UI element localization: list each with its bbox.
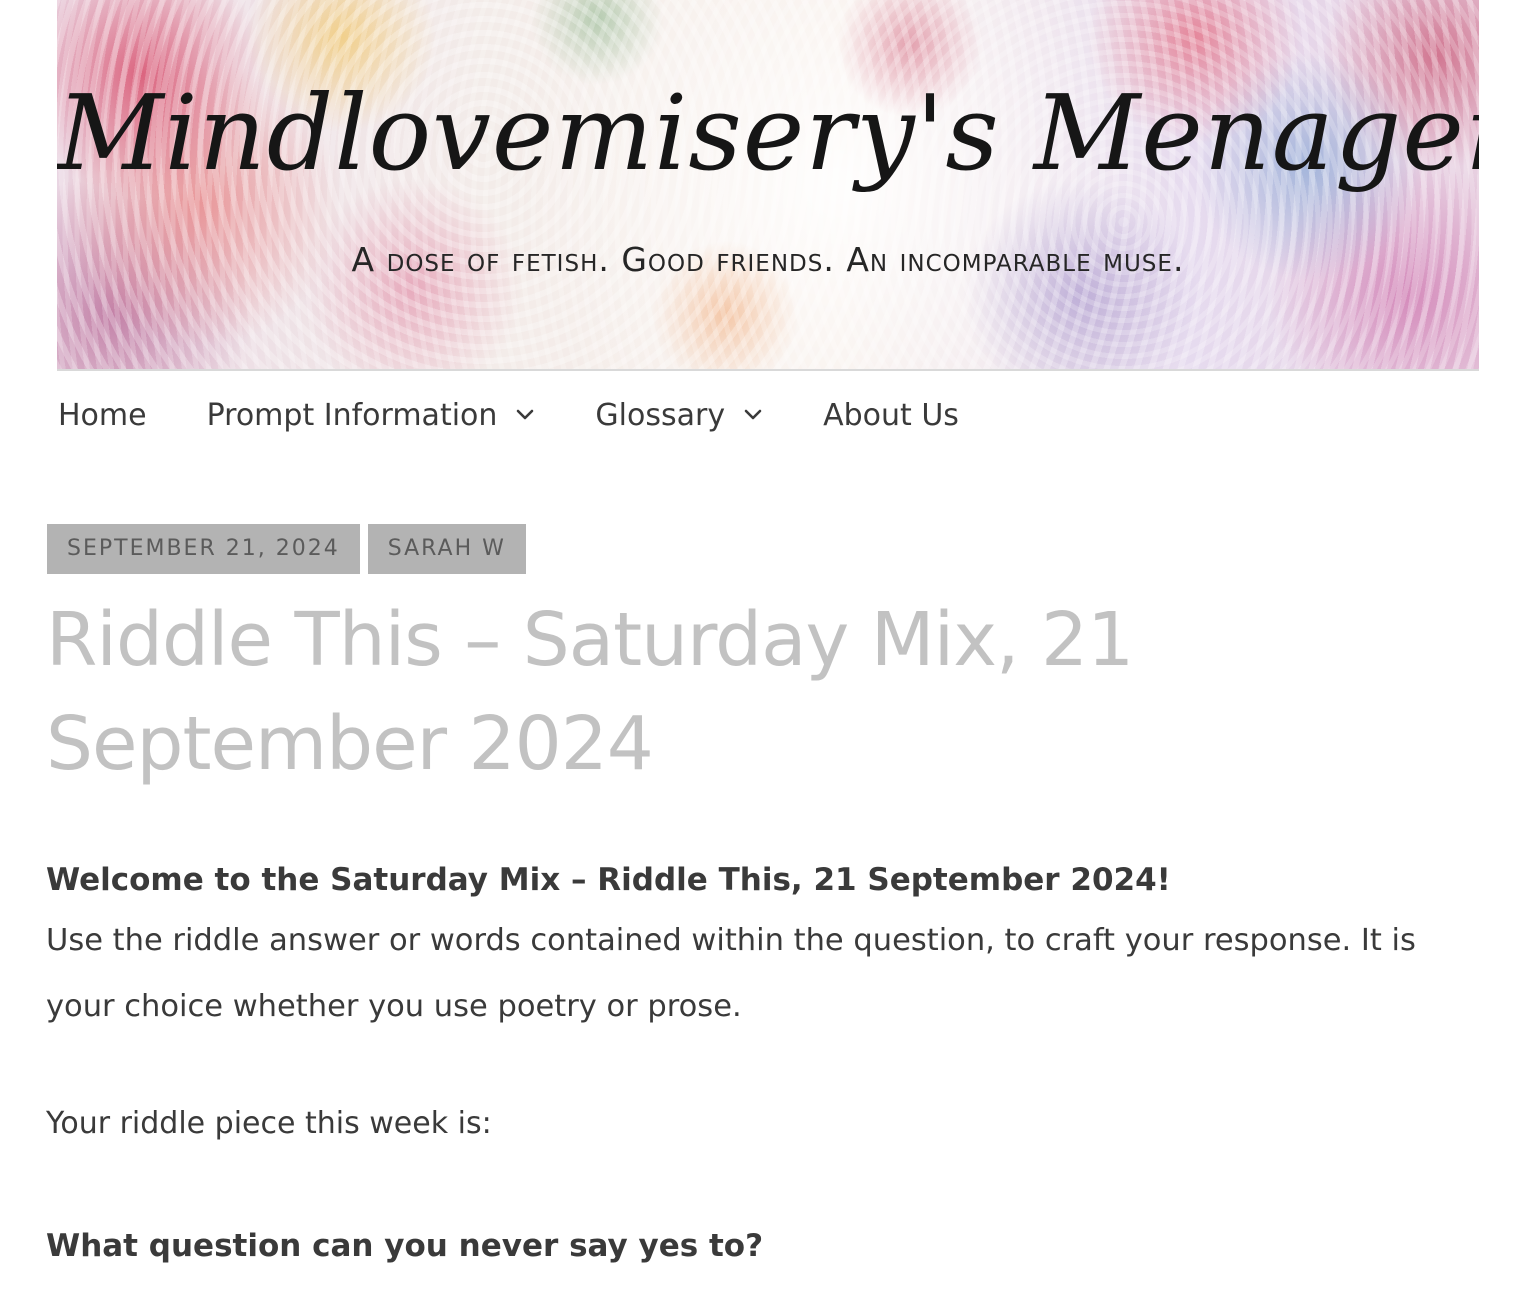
post-date-badge[interactable]: SEPTEMBER 21, 2024 (47, 524, 360, 574)
main-navigation: Home Prompt Information Glossary About U… (58, 390, 1019, 440)
post-meta: SEPTEMBER 21, 2024 SARAH W (47, 524, 534, 574)
nav-item-home[interactable]: Home (58, 398, 147, 433)
site-tagline: A dose of fetish. Good friends. An incom… (351, 240, 1185, 279)
nav-item-label: Glossary (595, 397, 726, 433)
instructions-text: Use the riddle answer or words contained… (46, 923, 1416, 1024)
nav-item-label: Prompt Information (206, 397, 498, 433)
welcome-text: Welcome to the Saturday Mix – Riddle Thi… (46, 862, 1171, 898)
riddle-intro-text: Your riddle piece this week is: (46, 1106, 492, 1141)
nav-item-label: Home (58, 397, 147, 433)
banner-divider (57, 369, 1479, 371)
post-title: Riddle This – Saturday Mix, 21 September… (46, 597, 1134, 787)
chevron-down-icon[interactable] (743, 405, 763, 425)
nav-item-about-us[interactable]: About Us (823, 398, 959, 433)
post-author-badge[interactable]: SARAH W (367, 524, 526, 574)
nav-item-prompt-information[interactable]: Prompt Information (207, 398, 536, 433)
post-content: Welcome to the Saturday Mix – Riddle Thi… (46, 852, 1486, 1274)
chevron-down-icon[interactable] (515, 405, 535, 425)
nav-item-label: About Us (823, 397, 959, 433)
nav-item-glossary[interactable]: Glossary (595, 398, 763, 433)
header-banner[interactable]: Mindlovemisery's Menagerie A dose of fet… (57, 0, 1479, 370)
riddle-question-text: What question can you never say yes to? (46, 1228, 764, 1264)
page: Mindlovemisery's Menagerie A dose of fet… (0, 0, 1536, 1302)
site-title[interactable]: Mindlovemisery's Menagerie (57, 72, 1479, 194)
